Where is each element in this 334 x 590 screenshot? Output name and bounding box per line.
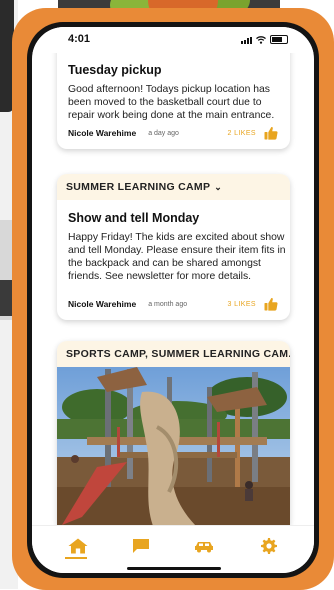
signal-icon: [241, 37, 252, 44]
battery-icon: [270, 35, 288, 44]
wifi-icon: [256, 36, 266, 44]
post-body: Good afternoon! Todays pickup location h…: [68, 84, 275, 121]
phone-screen: 4:01 Tuesday pickup Good afternoon! Toda…: [32, 27, 314, 573]
tab-messages[interactable]: [129, 536, 153, 556]
tab-pickup[interactable]: [192, 536, 216, 556]
post-photo-playground[interactable]: [57, 367, 290, 525]
feed[interactable]: Tuesday pickup Good afternoon! Todays pi…: [32, 53, 314, 525]
thumbs-up-icon[interactable]: [264, 126, 278, 140]
gear-icon: [261, 538, 277, 554]
bottom-tab-bar: [32, 525, 314, 573]
post-title: Show and tell Monday: [68, 211, 200, 225]
group-header[interactable]: SPORTS CAMP, SUMMER LEARNING CAM... ⌄: [57, 341, 290, 367]
home-icon: [68, 538, 88, 554]
post-title: Tuesday pickup: [68, 63, 162, 77]
tab-home[interactable]: [66, 536, 90, 556]
status-time: 4:01: [68, 33, 91, 45]
post-body: Happy Friday! The kids are excited about…: [68, 232, 286, 282]
playground-image: [57, 367, 290, 525]
post-card[interactable]: Tuesday pickup Good afternoon! Todays pi…: [57, 53, 290, 149]
post-card[interactable]: SPORTS CAMP, SUMMER LEARNING CAM... ⌄: [57, 341, 290, 525]
post-time: a month ago: [148, 300, 188, 308]
post-card[interactable]: SUMMER LEARNING CAMP ⌄ Show and tell Mon…: [57, 174, 290, 320]
tab-settings[interactable]: [257, 536, 281, 556]
car-icon: [195, 542, 213, 553]
status-icons: [241, 35, 288, 44]
thumbs-up-icon[interactable]: [264, 297, 278, 311]
chevron-down-icon: ⌄: [214, 181, 223, 192]
post-time: a day ago: [148, 129, 179, 137]
group-header[interactable]: SUMMER LEARNING CAMP ⌄: [57, 174, 290, 200]
home-indicator[interactable]: [127, 567, 221, 570]
status-bar: 4:01: [32, 27, 314, 53]
group-name: SPORTS CAMP, SUMMER LEARNING CAM...: [66, 348, 290, 360]
post-author: Nicole Warehime: [68, 128, 137, 138]
active-tab-indicator: [65, 557, 87, 559]
post-meta: Nicole Warehime a month ago 3 LIKES: [68, 296, 278, 312]
post-author: Nicole Warehime: [68, 299, 137, 309]
likes-count[interactable]: 2 LIKES: [228, 130, 256, 137]
likes-count[interactable]: 3 LIKES: [228, 301, 256, 308]
chat-icon: [133, 539, 149, 553]
group-name: SUMMER LEARNING CAMP: [66, 181, 211, 193]
post-meta: Nicole Warehime a day ago 2 LIKES: [68, 125, 278, 141]
